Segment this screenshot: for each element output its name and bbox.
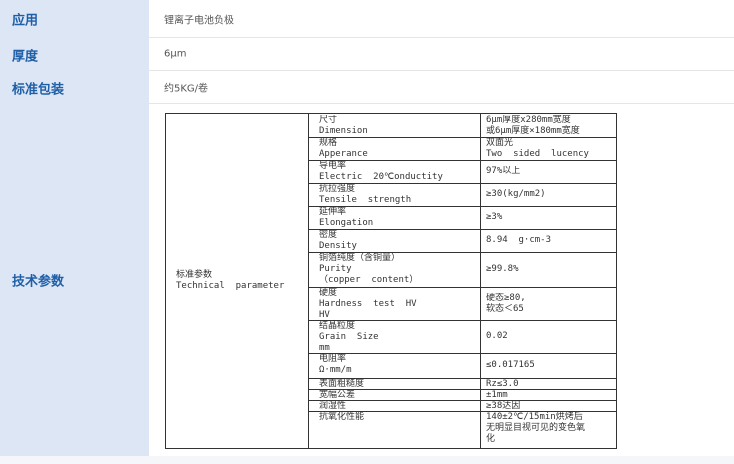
spec-name: 硬度 Hardness test HV HV — [319, 288, 417, 320]
spec-name: 宽幅公差 — [319, 390, 356, 400]
value-cell: 锂离子电池负极 — [149, 0, 734, 38]
spec-value: 140±2℃/15min烘烤后 无明显目视可见的变色氧 化 — [486, 412, 586, 444]
spec-name: 导电率 Electric 20℃onductity — [319, 161, 443, 182]
spec-value: 97%以上 — [486, 166, 521, 176]
spec-name: 润湿性 — [319, 401, 347, 411]
spec-value: ≥3% — [486, 212, 503, 222]
spec-value: ≥30(kg/mm2) — [486, 189, 546, 199]
spec-name: 延伸率 Elongation — [319, 207, 374, 228]
page-bottom-band — [0, 456, 734, 464]
packaging-value: 约5KG/卷 — [164, 83, 209, 95]
thickness-label: 厚度 — [12, 49, 39, 64]
spec-name: 密度 Density — [319, 230, 357, 251]
spec-value: 6μm厚度x280mm宽度 或6μm厚度×180mm宽度 — [486, 115, 580, 136]
spec-name: 表面粗糙度 — [319, 379, 365, 389]
value-cell: 6μm — [149, 38, 734, 71]
packaging-label: 标准包装 — [12, 82, 65, 97]
label-cell: 标准包装 — [0, 71, 149, 104]
application-value: 锂离子电池负极 — [164, 15, 234, 26]
spec-name: 尺寸 Dimension — [319, 115, 368, 136]
spec-category: 标准参数 Technical parameter — [176, 270, 285, 291]
tech-params-label: 技术参数 — [12, 274, 65, 290]
spec-name: 抗拉强度 Tensile strength — [319, 184, 412, 205]
row-packaging: 标准包装 约5KG/卷 — [0, 71, 734, 104]
spec-name: 规格 Apperance — [319, 138, 368, 159]
value-cell: 约5KG/卷 — [149, 71, 734, 104]
spec-name: 电阻率 Ω·mm/m — [319, 354, 352, 375]
label-cell: 应用 — [0, 0, 149, 38]
spec-name: 铜箔纯度（含铜量） Purity （copper content） — [319, 253, 419, 285]
spec-value: 0.02 — [486, 331, 508, 341]
spec-value: 双面光 Two sided lucency — [486, 138, 589, 159]
spec-name: 结晶粒度 Grain Size mm — [319, 321, 379, 353]
spec-value: Rz≤3.0 — [486, 379, 519, 389]
row-thickness: 厚度 6μm — [0, 38, 734, 71]
spec-table: 标准参数 Technical parameter 尺寸 Dimension 6μm… — [165, 113, 617, 449]
spec-value: 8.94 g·cm-3 — [486, 235, 552, 245]
thickness-value: 6μm — [164, 48, 187, 60]
spec-value: ±1mm — [486, 390, 508, 400]
spec-name: 抗氧化性能 — [319, 412, 365, 422]
label-cell: 厚度 — [0, 38, 149, 71]
column-divider — [480, 114, 481, 448]
spec-category-cell: 标准参数 Technical parameter — [166, 114, 309, 448]
spec-value: ≥38达因 — [486, 401, 521, 411]
row-application: 应用 锂离子电池负极 — [0, 0, 734, 38]
application-label: 应用 — [12, 13, 39, 29]
label-cell: 技术参数 — [0, 104, 149, 456]
